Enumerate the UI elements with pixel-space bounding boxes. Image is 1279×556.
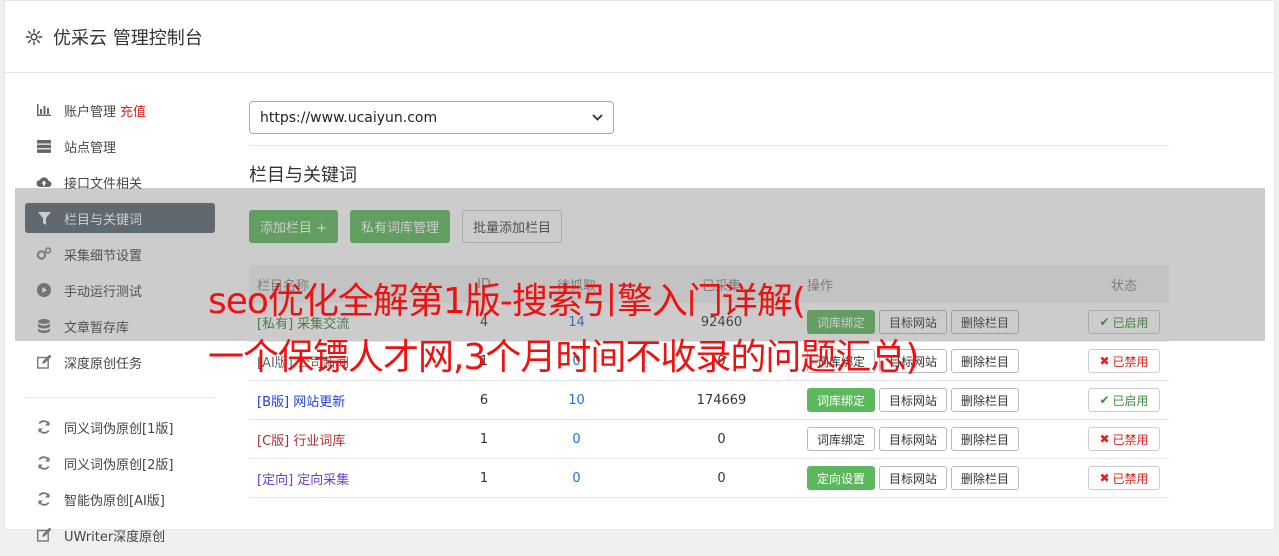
status-toggle[interactable]: ✖ 已禁用 [1088, 349, 1160, 373]
sidebar-item-synonym-v2[interactable]: 同义词伪原创[2版] [25, 448, 215, 478]
target-site-button[interactable]: 目标网站 [879, 427, 948, 451]
delete-column-button[interactable]: 删除栏目 [951, 349, 1020, 373]
id-cell: 6 [479, 392, 489, 408]
sidebar-item-label: 站点管理 [64, 140, 117, 156]
refresh-icon [36, 455, 52, 471]
status-toggle[interactable]: ✖ 已禁用 [1088, 427, 1160, 451]
column-tag: [B版] [257, 394, 290, 410]
collected-cell: 174669 [696, 392, 747, 408]
pending-cell[interactable]: 0 [509, 471, 644, 486]
status-label: 已禁用 [1112, 354, 1149, 369]
sidebar-item-label: 智能伪原创[AI版] [64, 493, 165, 509]
column-name-cell[interactable]: [定向] 定向采集 [249, 469, 459, 488]
status-label: 已禁用 [1112, 471, 1149, 486]
pending-cell[interactable]: 10 [509, 393, 644, 408]
actions-cell: 词库绑定 目标网站 删除栏目 [799, 388, 1079, 412]
refresh-icon [36, 419, 52, 435]
page-title: 优采云 管理控制台 [53, 27, 203, 49]
status-cell: ✖ 已禁用 [1079, 349, 1169, 373]
bind-lexicon-button[interactable]: 定向设置 [807, 466, 876, 490]
table-row: [C版] 行业词库 1 0 0 词库绑定 目标网站 删除栏目 ✖ 已禁用 [249, 420, 1169, 459]
sidebar-item-deep-original[interactable]: 深度原创任务 [25, 347, 215, 377]
sidebar-item-synonym-v1[interactable]: 同义词伪原创[1版] [25, 412, 215, 442]
sidebar-item-account[interactable]: 账户管理 充值 [25, 95, 215, 125]
collected-cell: 0 [717, 431, 726, 447]
close-icon: ✖ [1099, 471, 1110, 485]
sidebar-item-label: UWriter深度原创 [64, 529, 166, 545]
sidebar-item-label: 同义词伪原创[2版] [64, 457, 174, 473]
chevron-down-icon [592, 114, 603, 121]
delete-column-button[interactable]: 删除栏目 [951, 427, 1020, 451]
sidebar-divider [25, 397, 215, 398]
sidebar-item-smart-ai[interactable]: 智能伪原创[AI版] [25, 484, 215, 514]
column-name: 网站更新 [293, 394, 346, 410]
id-cell: 1 [479, 470, 489, 486]
column-name-cell[interactable]: [C版] 行业词库 [249, 430, 459, 449]
sidebar-item-uwriter[interactable]: UWriter深度原创 [25, 520, 215, 550]
delete-column-button[interactable]: 删除栏目 [951, 388, 1020, 412]
refresh-icon [36, 491, 52, 507]
divider [249, 145, 1169, 146]
sidebar-item-label: 账户管理 [64, 104, 117, 120]
column-name-cell[interactable]: [B版] 网站更新 [249, 391, 459, 410]
delete-column-button[interactable]: 删除栏目 [951, 466, 1020, 490]
target-site-button[interactable]: 目标网站 [879, 466, 948, 490]
table-row: [定向] 定向采集 1 0 0 定向设置 目标网站 删除栏目 ✖ 已禁用 [249, 459, 1169, 498]
bar-chart-icon [36, 102, 52, 118]
status-cell: ✖ 已禁用 [1079, 466, 1169, 490]
status-label: 已禁用 [1112, 432, 1149, 447]
watermark-line-1: seo优化全解第1版-搜索引擎入门详解( [208, 281, 806, 322]
column-tag: [C版] [257, 433, 290, 449]
gear-icon [25, 28, 43, 45]
recharge-link[interactable]: 充值 [120, 101, 146, 120]
status-cell: ✖ 已禁用 [1079, 427, 1169, 451]
status-label: 已启用 [1112, 393, 1149, 408]
site-select[interactable]: https://www.ucaiyun.com [249, 101, 614, 134]
target-site-button[interactable]: 目标网站 [879, 388, 948, 412]
watermark-line-2: 一个保镖人才网,3个月时间不收录的问题汇总) [208, 337, 919, 378]
column-tag: [定向] [257, 472, 294, 488]
status-toggle[interactable]: ✔ 已启用 [1088, 388, 1160, 412]
edit-icon [36, 354, 52, 370]
sidebar-item-label: 深度原创任务 [64, 356, 143, 372]
actions-cell: 词库绑定 目标网站 删除栏目 [799, 427, 1079, 451]
column-name: 定向采集 [297, 472, 350, 488]
collected-cell: 0 [717, 470, 726, 486]
column-name: 行业词库 [293, 433, 346, 449]
edit-icon [36, 527, 52, 543]
header: 优采云 管理控制台 [5, 1, 1274, 73]
section-title: 栏目与关键词 [249, 165, 357, 186]
pending-cell[interactable]: 0 [509, 432, 644, 447]
close-icon: ✖ [1099, 432, 1110, 446]
bind-lexicon-button[interactable]: 词库绑定 [807, 388, 876, 412]
close-icon: ✖ [1099, 354, 1110, 368]
actions-cell: 定向设置 目标网站 删除栏目 [799, 466, 1079, 490]
sidebar-item-label: 同义词伪原创[1版] [64, 421, 174, 437]
check-icon: ✔ [1099, 393, 1110, 407]
status-cell: ✔ 已启用 [1079, 388, 1169, 412]
sidebar-item-sites[interactable]: 站点管理 [25, 131, 215, 161]
bind-lexicon-button[interactable]: 词库绑定 [807, 427, 876, 451]
id-cell: 1 [479, 431, 489, 447]
server-icon [36, 138, 52, 154]
site-select-value: https://www.ucaiyun.com [260, 109, 438, 126]
table-row: [B版] 网站更新 6 10 174669 词库绑定 目标网站 删除栏目 ✔ 已启用 [249, 381, 1169, 420]
status-toggle[interactable]: ✖ 已禁用 [1088, 466, 1160, 490]
